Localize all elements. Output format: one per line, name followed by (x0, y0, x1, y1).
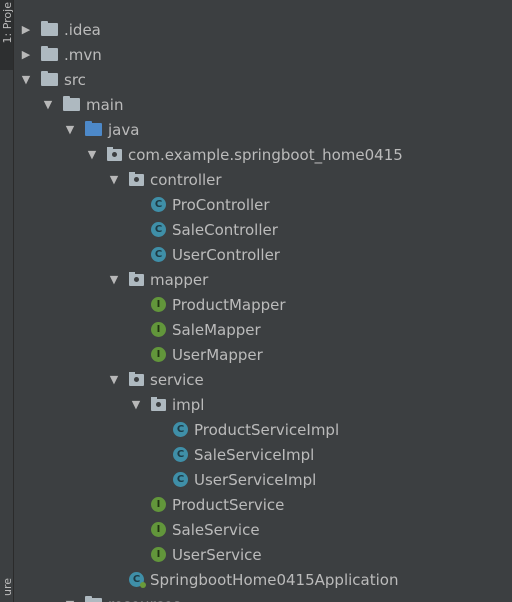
tree-node[interactable]: C UserServiceImpl (14, 467, 512, 492)
tree-node-label: SaleServiceImpl (194, 445, 315, 464)
folder-icon (85, 596, 102, 602)
tree-node[interactable]: I UserMapper (14, 342, 512, 367)
project-tab-label: 1: Proje (1, 2, 14, 44)
tree-node-label: controller (150, 170, 222, 189)
package-icon (151, 396, 166, 411)
tree-node[interactable]: ▼ com.example.springboot_home0415 (14, 142, 512, 167)
interface-icon: I (151, 547, 166, 562)
tree-node-label: SaleService (172, 520, 260, 539)
tree-node[interactable]: I SaleService (14, 517, 512, 542)
folder-icon (41, 21, 58, 36)
tree-node-label: UserMapper (172, 345, 263, 364)
tree-node-label: .mvn (64, 45, 102, 64)
expand-arrow-icon[interactable]: ▼ (18, 73, 34, 86)
tree-node[interactable]: ▼ mapper (14, 267, 512, 292)
tree-node-label: impl (172, 395, 205, 414)
tree-node-label: ProController (172, 195, 270, 214)
folder-icon (63, 96, 80, 111)
tree-node-label: ProductService (172, 495, 285, 514)
collapse-arrow-icon[interactable]: ▶ (18, 23, 34, 36)
tree-node[interactable]: C UserController (14, 242, 512, 267)
class-icon: C (151, 247, 166, 262)
tree-node[interactable]: C SaleController (14, 217, 512, 242)
tree-node-label: UserController (172, 245, 280, 264)
class-icon: C (151, 197, 166, 212)
package-icon (129, 271, 144, 286)
tree-node[interactable]: I ProductMapper (14, 292, 512, 317)
tree-node[interactable]: C ProductServiceImpl (14, 417, 512, 442)
class-icon: C (173, 447, 188, 462)
project-tool-tab[interactable]: 1: Proje (0, 0, 14, 70)
tree-node[interactable]: C SaleServiceImpl (14, 442, 512, 467)
tree-node[interactable]: ▼ impl (14, 392, 512, 417)
collapse-arrow-icon[interactable]: ▶ (18, 48, 34, 61)
expand-arrow-icon[interactable]: ▼ (62, 598, 78, 602)
tree-node[interactable]: C ProController (14, 192, 512, 217)
class-icon: C (173, 422, 188, 437)
expand-arrow-icon[interactable]: ▼ (106, 373, 122, 386)
tree-node[interactable]: ▶ .mvn (14, 42, 512, 67)
tree-node[interactable]: I SaleMapper (14, 317, 512, 342)
tree-node-label: .idea (64, 20, 101, 39)
tree-node[interactable]: ▼ main (14, 92, 512, 117)
tree-node-label: java (108, 120, 140, 139)
tree-node-label: resources (108, 596, 181, 602)
package-icon (107, 146, 122, 161)
structure-tab-label[interactable]: ure (1, 578, 14, 596)
tree-node[interactable]: ▼ service (14, 367, 512, 392)
folder-icon (41, 46, 58, 61)
tree-node-label: UserServiceImpl (194, 470, 317, 489)
expand-arrow-icon[interactable]: ▼ (84, 148, 100, 161)
tree-node-label: com.example.springboot_home0415 (128, 145, 403, 164)
expand-arrow-icon[interactable]: ▼ (106, 273, 122, 286)
package-icon (129, 371, 144, 386)
tree-node-label: SaleMapper (172, 320, 261, 339)
tree-node[interactable]: ▼ src (14, 67, 512, 92)
interface-icon: I (151, 522, 166, 537)
tree-node-label: src (64, 70, 86, 89)
tree-node-label: service (150, 370, 204, 389)
expand-arrow-icon[interactable]: ▼ (40, 98, 56, 111)
expand-arrow-icon[interactable]: ▼ (106, 173, 122, 186)
tree-node[interactable]: ▼ java (14, 117, 512, 142)
expand-arrow-icon[interactable]: ▼ (62, 123, 78, 136)
tree-node[interactable]: ▶ .idea (14, 17, 512, 42)
interface-icon: I (151, 297, 166, 312)
tree-node-label: ProductMapper (172, 295, 286, 314)
tree-node[interactable]: ▼ controller (14, 167, 512, 192)
source-folder-icon (85, 121, 102, 136)
tree-node[interactable]: ▼ resources (14, 592, 512, 602)
project-tree: ▶ .idea ▶ .mvn ▼ src ▼ main ▼ java ▼ com.example.sp… (14, 0, 512, 602)
class-icon: C (151, 222, 166, 237)
tree-node[interactable]: C SpringbootHome0415Application (14, 567, 512, 592)
interface-icon: I (151, 322, 166, 337)
folder-icon (41, 71, 58, 86)
expand-arrow-icon[interactable]: ▼ (128, 398, 144, 411)
interface-icon: I (151, 497, 166, 512)
tree-node-label: main (86, 95, 124, 114)
tree-node-label: UserService (172, 545, 262, 564)
tree-node[interactable]: I UserService (14, 542, 512, 567)
left-tool-stripe: 1: Proje ure (0, 0, 14, 602)
tree-node-label: SpringbootHome0415Application (150, 570, 399, 589)
spring-app-class-icon: C (129, 572, 146, 588)
tree-node-label: ProductServiceImpl (194, 420, 340, 439)
tree-node-label: SaleController (172, 220, 278, 239)
tree-node[interactable]: I ProductService (14, 492, 512, 517)
package-icon (129, 171, 144, 186)
interface-icon: I (151, 347, 166, 362)
class-icon: C (173, 472, 188, 487)
tree-node-label: mapper (150, 270, 209, 289)
